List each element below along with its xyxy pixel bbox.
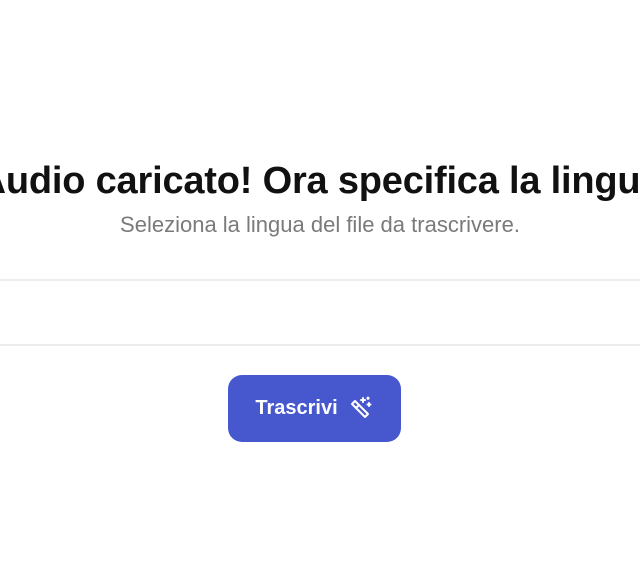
page-title: Audio caricato! Ora specifica la lingua [0, 160, 640, 202]
page: Audio caricato! Ora specifica la lingua … [0, 0, 640, 570]
page-subtitle: Seleziona la lingua del file da trascriv… [120, 212, 520, 237]
divider-bottom [0, 344, 640, 346]
transcribe-button[interactable]: Trascrivi [228, 375, 401, 442]
language-select[interactable] [0, 281, 640, 344]
magic-wand-icon [346, 395, 374, 423]
transcribe-button-label: Trascrivi [255, 397, 338, 419]
